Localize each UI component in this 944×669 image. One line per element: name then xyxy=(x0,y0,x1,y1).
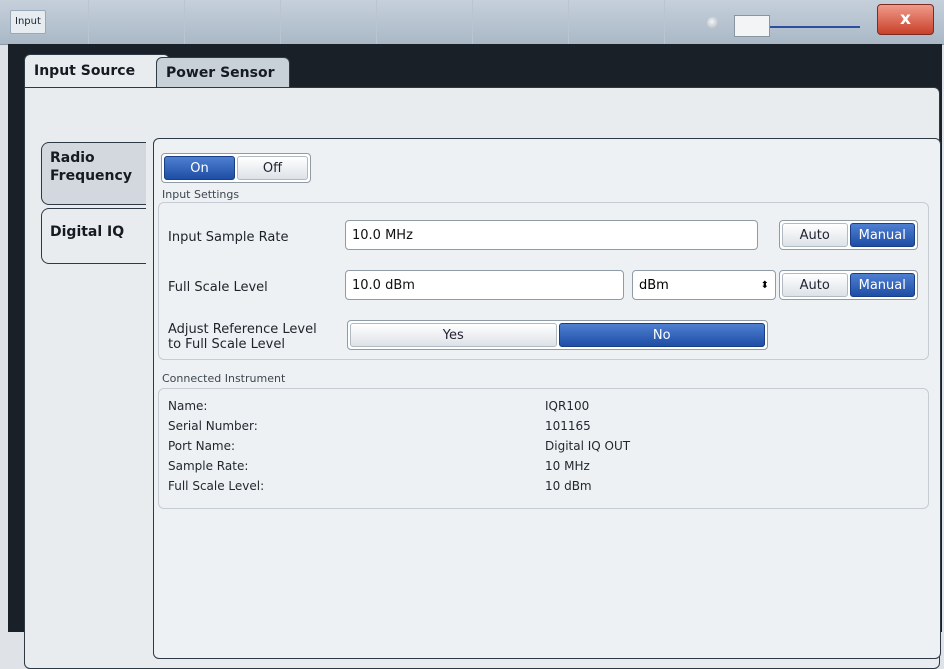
title-bar-divider xyxy=(568,0,569,44)
adjust-ref-label: Adjust Reference Level to Full Scale Lev… xyxy=(168,322,317,352)
full-scale-manual-option[interactable]: Manual xyxy=(849,273,915,297)
title-bar-divider xyxy=(184,0,185,44)
full-scale-mode-toggle[interactable]: Auto Manual xyxy=(779,270,918,300)
transparency-slider-track[interactable] xyxy=(770,26,860,28)
title-bar-divider xyxy=(472,0,473,44)
adjust-ref-label-line2: to Full Scale Level xyxy=(168,337,285,352)
close-button[interactable]: x xyxy=(877,4,934,35)
sample-rate-auto-option[interactable]: Auto xyxy=(782,223,848,247)
input-settings-heading: Input Settings xyxy=(162,188,240,201)
sample-rate-mode-toggle[interactable]: Auto Manual xyxy=(779,220,918,250)
sample-rate-info-label: Sample Rate: xyxy=(168,459,249,473)
full-scale-label: Full Scale Level xyxy=(168,280,268,295)
connected-instrument-group xyxy=(158,388,929,509)
port-name-label: Port Name: xyxy=(168,439,236,453)
adjust-ref-no-option[interactable]: No xyxy=(558,323,765,347)
adjust-ref-yes-option[interactable]: Yes xyxy=(350,323,557,347)
full-scale-unit-value: dBm xyxy=(639,278,669,293)
adjust-ref-toggle[interactable]: Yes No xyxy=(347,320,768,350)
tab-label: Power Sensor xyxy=(166,65,275,81)
pin-icon[interactable] xyxy=(707,17,719,29)
state-off-option[interactable]: Off xyxy=(237,156,308,180)
tab-input-source[interactable]: Input Source xyxy=(24,54,170,88)
window-title: Input xyxy=(10,10,46,34)
state-toggle[interactable]: On Off xyxy=(161,153,311,183)
state-on-option[interactable]: On xyxy=(164,156,235,180)
serial-number-label: Serial Number: xyxy=(168,419,258,433)
sample-rate-input[interactable]: 10.0 MHz xyxy=(345,220,758,250)
full-scale-auto-option[interactable]: Auto xyxy=(782,273,848,297)
side-tab-radio-frequency[interactable]: Radio Frequency xyxy=(41,142,146,205)
sample-rate-label: Input Sample Rate xyxy=(168,230,289,245)
dialog: Input Source Power Sensor Radio Frequenc… xyxy=(8,44,942,669)
title-bar-divider xyxy=(280,0,281,44)
digital-iq-panel: On Off Input Settings Input Sample Rate … xyxy=(153,138,941,659)
serial-number-value: 101165 xyxy=(545,419,591,433)
port-name-value: Digital IQ OUT xyxy=(545,439,631,453)
adjust-ref-label-line1: Adjust Reference Level xyxy=(168,322,317,337)
full-scale-input[interactable]: 10.0 dBm xyxy=(345,270,624,300)
transparency-slider-handle[interactable] xyxy=(734,15,770,37)
title-bar-divider xyxy=(376,0,377,44)
connected-instrument-heading: Connected Instrument xyxy=(162,372,286,385)
tab-label: Input Source xyxy=(34,63,136,79)
instrument-name-label: Name: xyxy=(168,399,208,413)
close-icon: x xyxy=(900,9,911,29)
side-tab-label: Radio Frequency xyxy=(50,150,132,184)
full-scale-info-label: Full Scale Level: xyxy=(168,479,265,493)
select-arrows-icon: ⬍ xyxy=(760,280,769,291)
title-bar-divider xyxy=(664,0,665,44)
sample-rate-manual-option[interactable]: Manual xyxy=(849,223,915,247)
full-scale-info-value: 10 dBm xyxy=(545,479,592,493)
side-tab-label: Digital IQ xyxy=(50,224,125,240)
title-bar-divider xyxy=(88,0,89,44)
tab-power-sensor[interactable]: Power Sensor xyxy=(156,57,290,88)
full-scale-unit-select[interactable]: dBm ⬍ xyxy=(632,270,776,300)
instrument-name-value: IQR100 xyxy=(545,399,590,413)
side-tab-digital-iq[interactable]: Digital IQ xyxy=(41,208,146,264)
title-bar: Input x xyxy=(0,0,944,45)
sample-rate-info-value: 10 MHz xyxy=(545,459,590,473)
